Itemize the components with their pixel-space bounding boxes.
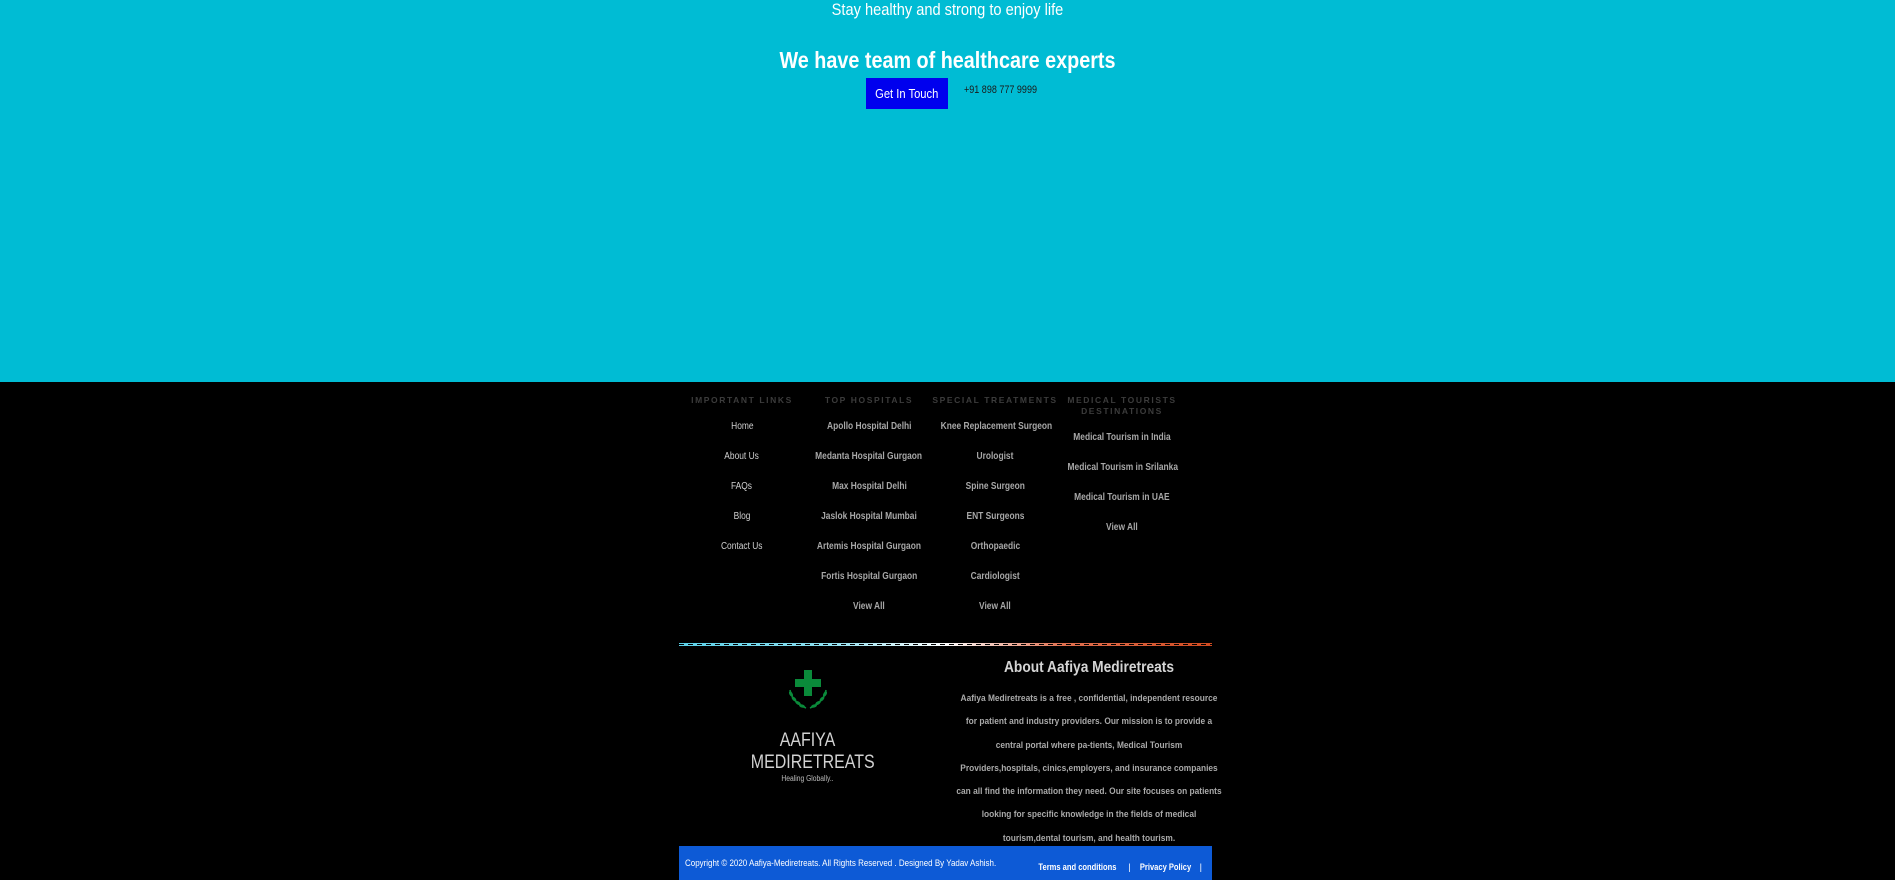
footer-link-contact-us[interactable]: Contact Us [721,541,763,553]
footer-link-destination[interactable]: Medical Tourism in Srilanka [1068,462,1178,474]
footer-link-view-all[interactable]: View All [1106,522,1138,534]
footer-link-treatment[interactable]: Knee Replacement Surgeon [941,421,1053,433]
separator: | [1199,862,1202,872]
about-text: Aafiya Mediretreats is a free , confiden… [956,693,1222,844]
footer-column-top-hospitals: TOP HOSPITALS Apollo Hospital Delhi Meda… [804,395,934,629]
footer-link-hospital[interactable]: Medanta Hospital Gurgaon [816,451,923,463]
separator: | [1128,862,1131,872]
column-title: MEDICAL TOURISTS DESTINATIONS [1067,395,1177,416]
footer-link-view-all[interactable]: View All [979,601,1011,613]
footer-link-hospital[interactable]: Fortis Hospital Gurgaon [821,571,917,583]
footer-logo[interactable]: AAFIYA MEDIRETREATS Healing Globally.. [740,668,875,784]
footer-link-destination[interactable]: Medical Tourism in UAE [1074,492,1170,504]
footer-link-home[interactable]: Home [731,421,753,433]
footer-link-hospital[interactable]: Artemis Hospital Gurgaon [817,541,921,553]
footer-link-destination[interactable]: Medical Tourism in India [1073,432,1170,444]
footer-link-treatment[interactable]: Orthopaedic [970,541,1019,553]
footer-column-important-links: IMPORTANT LINKS Home About Us FAQs Blog … [677,395,807,569]
footer-link-hospital[interactable]: Jaslok Hospital Mumbai [821,511,917,523]
logo-name: AAFIYA MEDIRETREATS [750,730,875,773]
footer-links: IMPORTANT LINKS Home About Us FAQs Blog … [0,395,1895,625]
terms-link[interactable]: Terms and conditions [1039,862,1117,872]
hero-tagline: Stay healthy and strong to enjoy life [831,0,1064,19]
footer-link-treatment[interactable]: ENT Surgeons [966,511,1024,523]
legal-links: Terms and conditions | Privacy Policy | [1031,862,1206,872]
column-title: SPECIAL TREATMENTS [932,395,1058,405]
footer-link-treatment[interactable]: Spine Surgeon [965,481,1024,493]
get-in-touch-button[interactable]: Get In Touch [866,78,948,109]
privacy-policy-link[interactable]: Privacy Policy [1139,862,1190,872]
medical-cross-laurel-icon [788,670,827,709]
footer-link-treatment[interactable]: Cardiologist [970,571,1019,583]
footer-column-medical-tourist-destinations: MEDICAL TOURISTS DESTINATIONS Medical To… [1057,395,1187,550]
copyright-text: Copyright © 2020 Aafiya-Mediretreats. Al… [685,858,997,869]
hero-heading: We have team of healthcare experts [779,47,1116,73]
about-section: About Aafiya Mediretreats Aafiya Mediret… [956,657,1222,850]
bottom-bar: Copyright © 2020 Aafiya-Mediretreats. Al… [679,846,1212,880]
about-title: About Aafiya Mediretreats [1003,659,1174,676]
footer-link-hospital[interactable]: Max Hospital Delhi [832,481,907,493]
footer-link-blog[interactable]: Blog [734,511,751,523]
logo-tagline: Healing Globally.. [781,774,834,783]
get-in-touch-label: Get In Touch [875,86,939,101]
hero-section: Stay healthy and strong to enjoy life We… [0,0,1895,382]
footer-link-view-all[interactable]: View All [853,601,885,613]
footer-link-treatment[interactable]: Urologist [977,451,1014,463]
footer-link-about-us[interactable]: About Us [725,451,760,463]
footer-column-special-treatments: SPECIAL TREATMENTS Knee Replacement Surg… [930,395,1060,629]
footer-link-faqs[interactable]: FAQs [731,481,752,493]
footer-divider [679,643,1212,646]
column-title: TOP HOSPITALS [824,395,914,405]
footer-link-hospital[interactable]: Apollo Hospital Delhi [827,421,911,433]
column-title: IMPORTANT LINKS [691,395,793,405]
phone-number-link[interactable]: +91 898 777 9999 [964,84,1037,96]
